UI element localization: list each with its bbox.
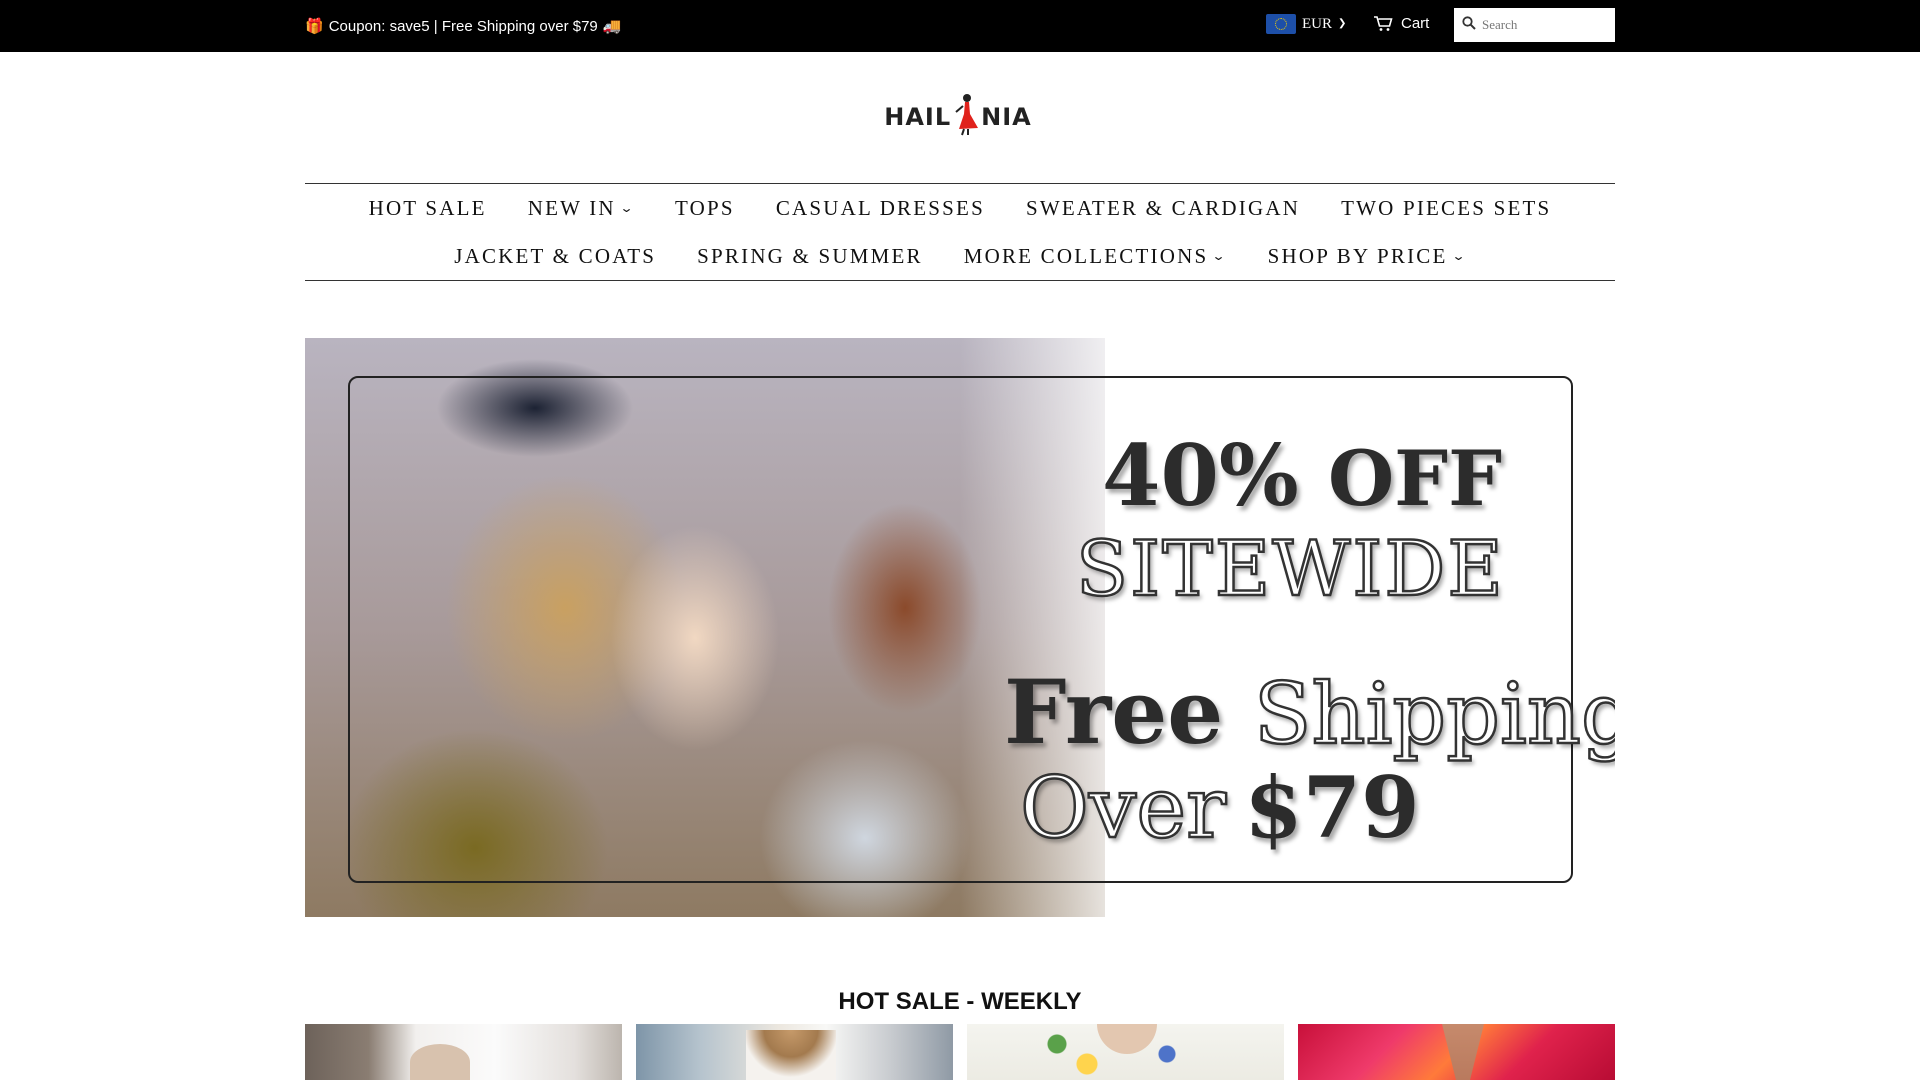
search-icon[interactable] (1462, 15, 1476, 35)
chevron-down-icon: ⌄ (619, 201, 637, 215)
site-logo[interactable]: HAIL NIA (884, 92, 1031, 142)
currency-code: EUR (1302, 15, 1332, 32)
nav-item-tops[interactable]: TOPS (675, 196, 735, 221)
product-card[interactable] (1298, 1024, 1615, 1080)
hero-banner[interactable]: 40% OFF SITEWIDE Free Shipping Over $79 (305, 338, 1615, 917)
product-card[interactable] (305, 1024, 622, 1080)
cart-label: Cart (1401, 15, 1430, 32)
announcement: 🎁 Coupon: save5 | Free Shipping over $79… (305, 17, 622, 36)
nav-item-hot-sale[interactable]: HOT SALE (369, 196, 487, 221)
nav-item-casual-dresses[interactable]: CASUAL DRESSES (776, 196, 985, 221)
hero-sitewide: SITEWIDE (1075, 523, 1505, 615)
search-box[interactable] (1454, 8, 1615, 42)
section-title: HOT SALE - WEEKLY (838, 988, 1082, 1015)
nav-item-spring-summer[interactable]: SPRING & SUMMER (697, 244, 923, 269)
nav-item-more-collections[interactable]: MORE COLLECTIONS ⌄ (964, 244, 1227, 269)
chevron-down-icon: ❯ (1338, 17, 1347, 29)
product-card[interactable] (636, 1024, 953, 1080)
truck-icon: 🚚 (602, 18, 622, 35)
logo-text-left: HAIL (884, 103, 952, 131)
announcement-text: Coupon: save5 | Free Shipping over $79 (328, 17, 598, 35)
announcement-bar: 🎁 Coupon: save5 | Free Shipping over $79… (0, 0, 1920, 52)
main-navigation: HOT SALE NEW IN ⌄ TOPS CASUAL DRESSES SWE… (305, 183, 1615, 281)
nav-item-shop-by-price[interactable]: SHOP BY PRICE ⌄ (1268, 244, 1466, 269)
search-input[interactable] (1482, 17, 1602, 33)
eu-flag-icon (1266, 14, 1296, 34)
gift-icon: 🎁 (305, 18, 324, 35)
dancer-logo-icon (953, 92, 979, 142)
nav-item-sweater-cardigan[interactable]: SWEATER & CARDIGAN (1026, 196, 1300, 221)
logo-text-right: NIA (981, 103, 1032, 131)
cart-link[interactable]: Cart (1373, 15, 1429, 32)
nav-item-new-in[interactable]: NEW IN ⌄ (528, 196, 634, 221)
chevron-down-icon: ⌄ (1211, 249, 1230, 263)
hero-discount: 40% OFF (1102, 426, 1503, 525)
cart-icon (1373, 15, 1393, 32)
product-grid (305, 1024, 1615, 1080)
nav-row-1: HOT SALE NEW IN ⌄ TOPS CASUAL DRESSES SWE… (305, 196, 1615, 221)
chevron-down-icon: ⌄ (1451, 249, 1469, 263)
hero-over-price: Over $79 (1019, 758, 1420, 859)
hero-free-shipping: Free Shipping (1004, 660, 1615, 764)
nav-row-2: JACKET & COATS SPRING & SUMMER MORE COLL… (305, 244, 1615, 269)
nav-item-jacket-coats[interactable]: JACKET & COATS (454, 244, 656, 269)
product-card[interactable] (967, 1024, 1284, 1080)
currency-selector[interactable]: EUR ❯ (1266, 14, 1346, 34)
nav-item-two-pieces-sets[interactable]: TWO PIECES SETS (1341, 196, 1551, 221)
